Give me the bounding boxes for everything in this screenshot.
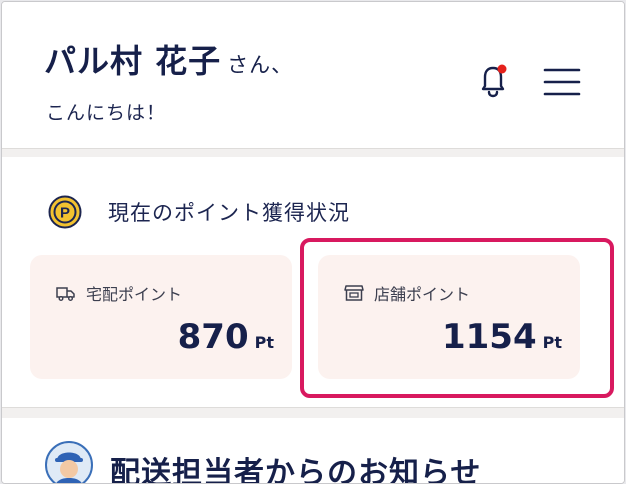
notice-section: 配送担当者からのお知らせ — [2, 418, 624, 484]
app-screen: パル村 花子 さん、 こんにちは！ P 現在のポイント獲得状況 宅配ポイント 8… — [1, 1, 625, 484]
delivery-points-unit: Pt — [254, 333, 274, 352]
header: パル村 花子 さん、 こんにちは！ — [2, 2, 624, 148]
delivery-staff-avatar — [45, 441, 93, 483]
notification-badge — [497, 64, 507, 74]
section-divider — [2, 148, 624, 157]
hamburger-menu-button[interactable] — [542, 66, 582, 98]
notification-button[interactable] — [476, 60, 510, 100]
svg-text:P: P — [60, 205, 70, 222]
store-points-highlight-frame — [300, 238, 614, 398]
delivery-points-value: 870 — [177, 317, 249, 357]
delivery-points-card[interactable]: 宅配ポイント 870 Pt — [30, 255, 292, 379]
user-name: パル村 花子 — [44, 42, 222, 80]
user-greeting-name: パル村 花子 さん、 — [44, 36, 293, 82]
delivery-truck-icon — [56, 287, 75, 301]
greeting-text: こんにちは！ — [46, 102, 167, 124]
point-coin-icon: P — [48, 195, 82, 229]
bell-icon — [481, 64, 507, 98]
delivery-points-label: 宅配ポイント — [86, 285, 183, 304]
section-divider — [2, 407, 624, 418]
delivery-points-value-group: 870 Pt — [178, 317, 274, 357]
points-section-title: 現在のポイント獲得状況 — [108, 201, 350, 225]
honorific: さん、 — [227, 53, 294, 77]
notice-section-title: 配送担当者からのお知らせ — [110, 456, 482, 484]
hamburger-icon — [543, 68, 581, 96]
